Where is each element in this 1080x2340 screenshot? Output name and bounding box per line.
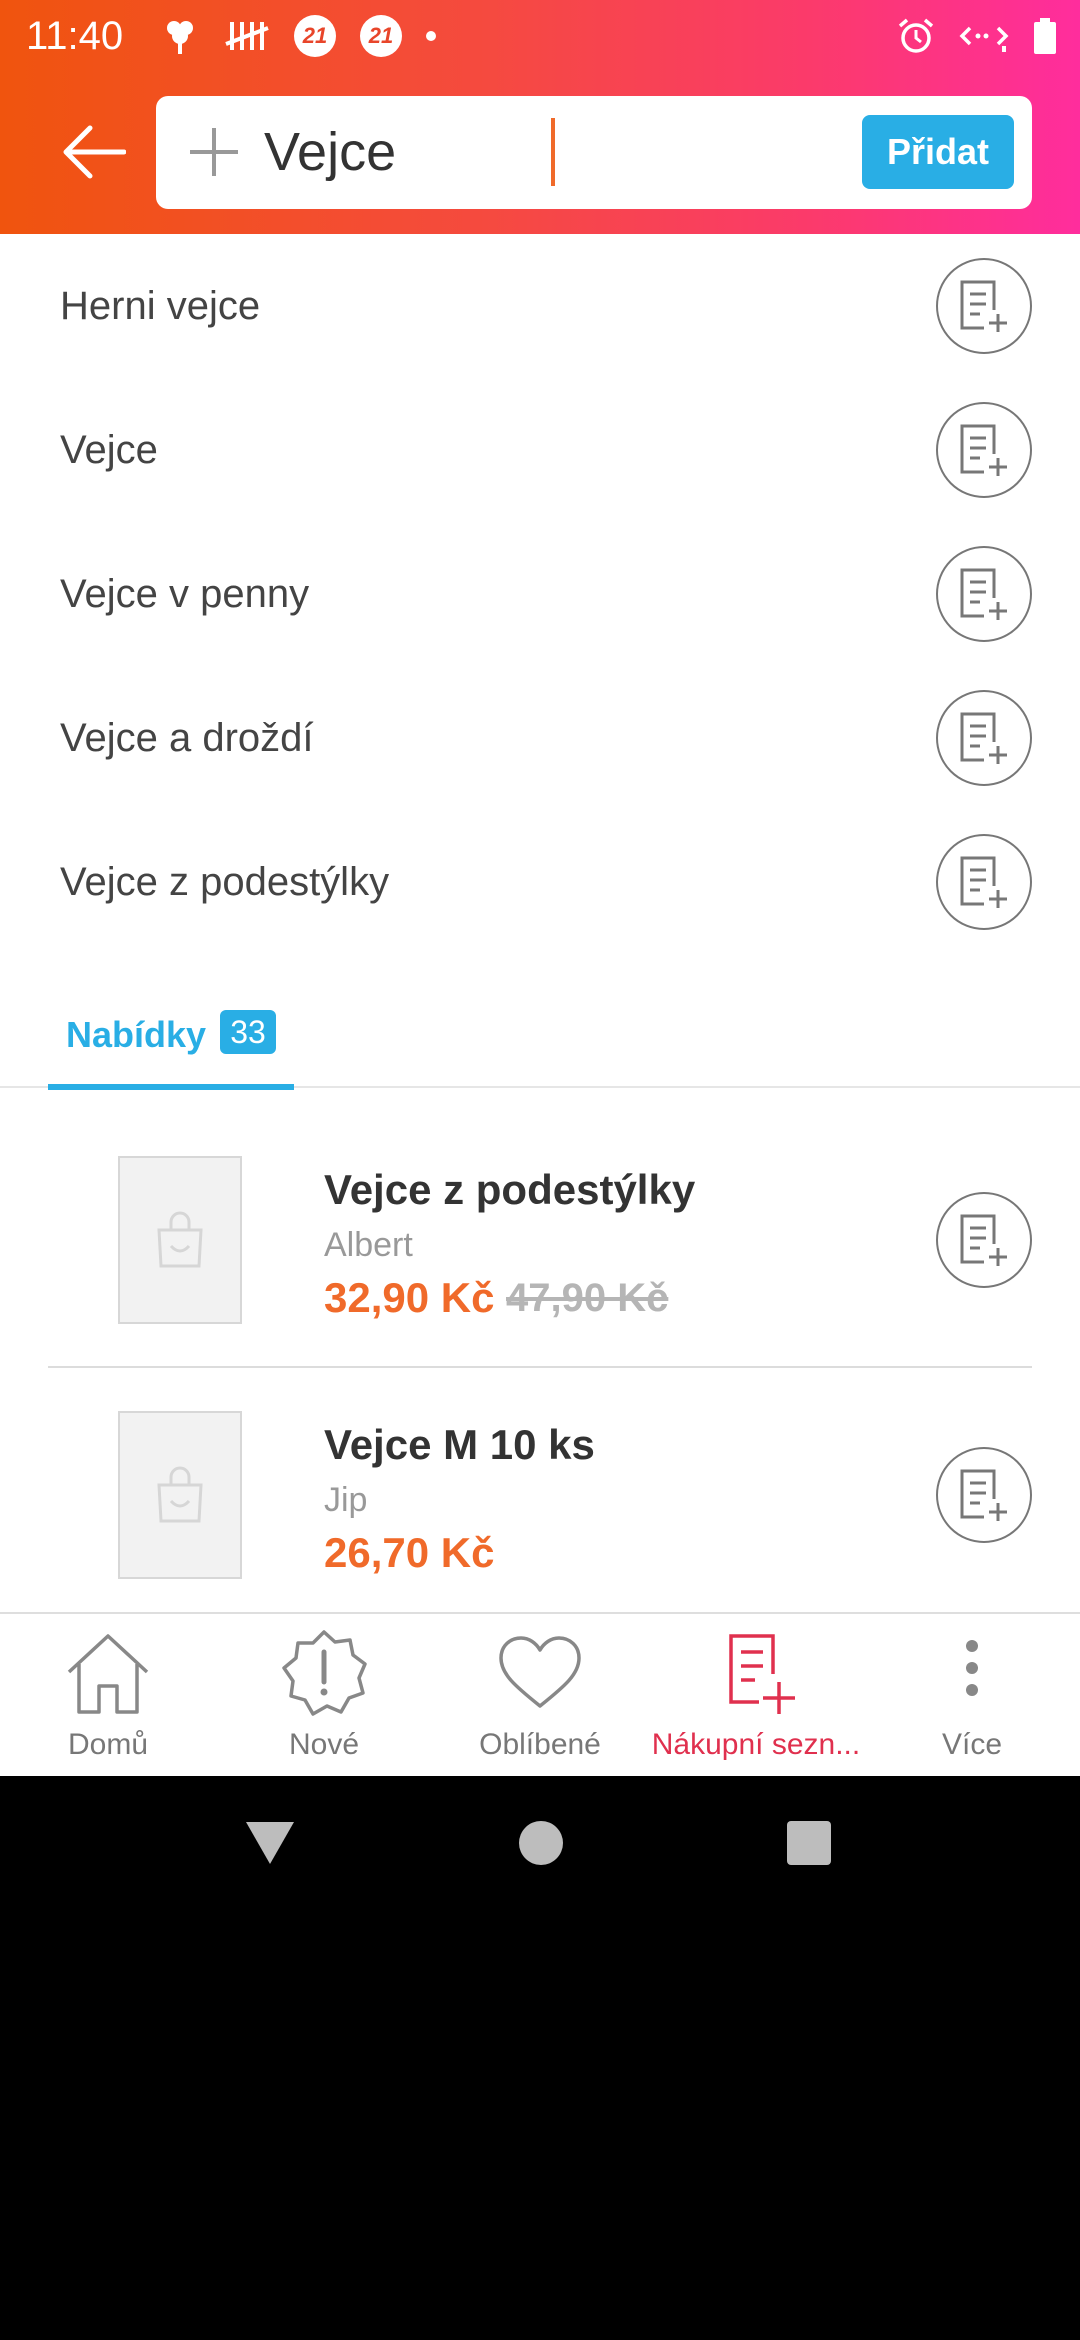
suggestion-item[interactable]: Vejce z podestýlky: [0, 810, 1080, 954]
add-to-list-button[interactable]: [936, 834, 1032, 930]
nav-favorites-label: Oblíbené: [479, 1728, 601, 1761]
offer-title: Vejce z podestýlky: [324, 1166, 696, 1213]
offer-price: 32,90 Kč: [324, 1274, 495, 1321]
back-button[interactable]: [56, 118, 130, 186]
shopping-bag-icon: [157, 1211, 203, 1268]
system-recents-icon[interactable]: [786, 1820, 832, 1866]
nav-more[interactable]: Více: [864, 1614, 1080, 1776]
battery-icon: [1034, 18, 1056, 54]
app-21-icon-2: 21: [360, 15, 402, 57]
data-sync-icon: [959, 26, 1009, 52]
suggestion-item[interactable]: Vejce a droždí: [0, 666, 1080, 810]
nav-favorites[interactable]: Oblíbené: [432, 1614, 648, 1776]
status-time: 11:40: [26, 14, 124, 58]
suggestion-item[interactable]: Vejce v penny: [0, 522, 1080, 666]
nav-new[interactable]: Nové: [216, 1614, 432, 1776]
tab-offers[interactable]: Nabídky 33: [48, 980, 294, 1090]
product-image-placeholder: [118, 1156, 242, 1324]
add-button[interactable]: Přidat: [862, 115, 1014, 189]
add-to-list-button[interactable]: [936, 258, 1032, 354]
add-to-list-icon: [960, 280, 1007, 332]
add-to-list-icon: [960, 856, 1007, 908]
new-badge-icon: [279, 1628, 369, 1718]
add-to-list-button[interactable]: [936, 690, 1032, 786]
nav-more-label: Více: [941, 1728, 1003, 1761]
nav-home-label: Domů: [67, 1728, 149, 1761]
suggestion-item[interactable]: Vejce: [0, 378, 1080, 522]
offer-title: Vejce M 10 ks: [324, 1421, 595, 1468]
nav-shopping-list-label: Nákupní sezn...: [651, 1728, 861, 1761]
more-icon: [927, 1628, 1017, 1718]
shopping-list-icon: [711, 1628, 801, 1718]
tab-bar: Nabídky 33: [0, 980, 1080, 1090]
product-image-placeholder: [118, 1411, 242, 1579]
add-to-list-icon: [960, 1469, 1007, 1521]
header: 11:40 21 21 Vejce Přidat: [0, 0, 1080, 234]
plus-icon: [190, 128, 238, 176]
shopping-bag-icon: [157, 1466, 203, 1523]
add-to-list-button[interactable]: [936, 1447, 1032, 1543]
suggestion-item[interactable]: Herni vejce: [0, 234, 1080, 378]
add-to-list-button[interactable]: [936, 546, 1032, 642]
suggestion-label: Vejce: [60, 427, 158, 472]
add-to-list-icon: [960, 424, 1007, 476]
more-notifications-dot: [426, 31, 436, 41]
nav-home[interactable]: Domů: [0, 1614, 216, 1776]
suggestion-list: Herni vejce Vejce Vejce v penny Vejce a …: [0, 234, 1080, 954]
flower-icon: [167, 21, 193, 54]
suggestion-label: Vejce v penny: [60, 571, 310, 616]
app-21-icon: 21: [294, 15, 336, 57]
tally-icon: [225, 22, 269, 50]
add-to-list-icon: [960, 1214, 1007, 1266]
system-home-icon[interactable]: [518, 1820, 564, 1866]
text-cursor: [551, 118, 555, 186]
status-bar: 11:40 21 21: [0, 0, 1080, 72]
nav-new-label: Nové: [288, 1728, 360, 1761]
offer-price: 26,70 Kč: [324, 1529, 495, 1576]
add-to-list-button[interactable]: [936, 402, 1032, 498]
arrow-left-icon: [63, 125, 126, 179]
add-to-list-icon: [960, 568, 1007, 620]
add-to-list-button[interactable]: [936, 1192, 1032, 1288]
heart-icon: [495, 1628, 585, 1718]
system-icons: [896, 14, 1058, 58]
offer-card[interactable]: Vejce M 10 ks Jip 26,70 Kč: [0, 1411, 1080, 1641]
offer-divider: [48, 1366, 1032, 1368]
offers-count-badge: 33: [220, 1010, 276, 1054]
bottom-navigation: Domů Nové Oblíbené Nákupní sezn... Více: [0, 1612, 1080, 1776]
suggestion-label: Vejce a droždí: [60, 715, 314, 760]
home-icon: [63, 1628, 153, 1718]
notification-icons: 21 21: [160, 14, 436, 58]
suggestion-label: Herni vejce: [60, 283, 261, 328]
offer-old-price: 47,90 Kč: [506, 1276, 669, 1320]
search-input[interactable]: [264, 114, 764, 190]
app-screen: 11:40 21 21 Vejce Přidat Herni vejce Vej…: [0, 0, 1080, 1776]
offer-card[interactable]: Vejce z podestýlky Albert 32,90 Kč 47,90…: [0, 1156, 1080, 1386]
search-box[interactable]: Přidat: [156, 96, 1032, 209]
suggestion-label: Vejce z podestýlky: [60, 859, 390, 904]
system-back-icon[interactable]: [244, 1820, 296, 1866]
system-navigation-bar: [0, 1776, 1080, 1920]
active-tab-indicator: [48, 1084, 294, 1090]
alarm-icon: [898, 18, 934, 53]
offer-shop: Jip: [324, 1481, 368, 1519]
offer-shop: Albert: [324, 1226, 413, 1264]
tab-offers-label: Nabídky: [66, 1014, 207, 1055]
add-to-list-icon: [960, 712, 1007, 764]
nav-shopping-list[interactable]: Nákupní sezn...: [648, 1614, 864, 1776]
